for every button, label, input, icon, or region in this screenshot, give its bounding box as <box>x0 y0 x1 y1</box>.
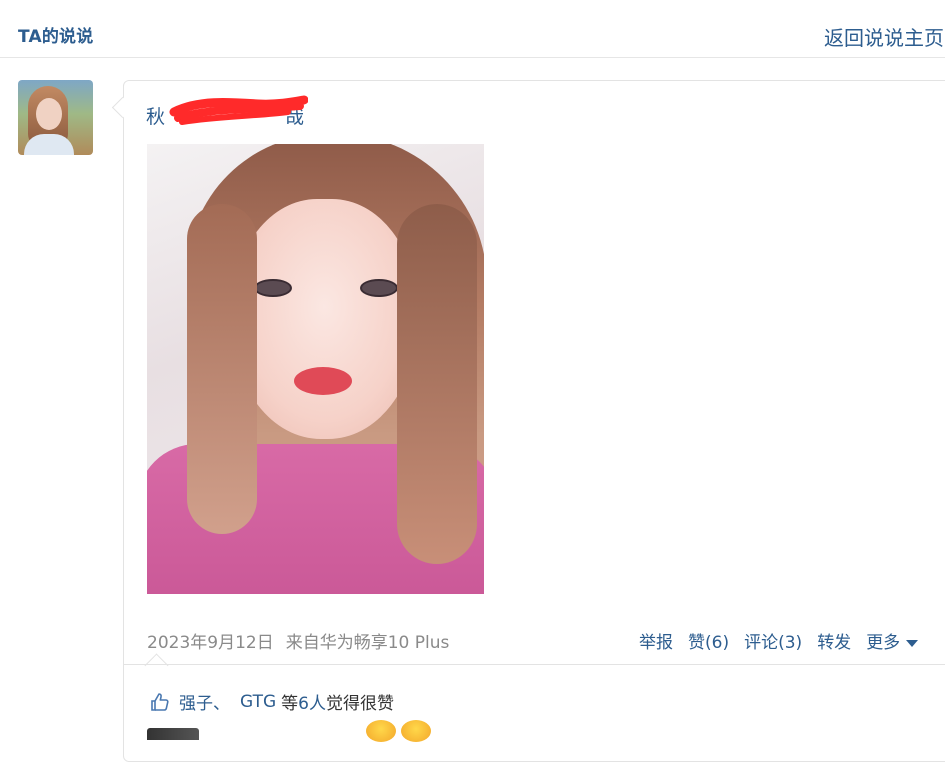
likes-count-link[interactable]: 6人 <box>298 689 326 714</box>
emoji-icon <box>366 720 396 742</box>
post-photo[interactable] <box>147 144 484 594</box>
page-header: TA的说说 返回说说主页 <box>0 0 945 58</box>
liker-link[interactable]: 强子、 <box>179 689 230 714</box>
comment-button[interactable]: 评论(3) <box>744 628 802 653</box>
photo-hair-left <box>187 204 257 534</box>
likes-summary: 强子、 GTG 等 6人 觉得很赞 <box>150 689 394 714</box>
back-to-shuoshuo-home-link[interactable]: 返回说说主页 <box>824 22 944 51</box>
post-author-first-char: 秋 <box>146 106 166 128</box>
photo-right-eye <box>360 279 398 297</box>
photo-hair-right <box>397 204 477 564</box>
emoji-icon <box>401 720 431 742</box>
redaction-scribble <box>169 95 308 125</box>
photo-lips <box>294 367 352 395</box>
liker-link[interactable]: GTG <box>240 692 276 712</box>
post-divider <box>124 664 945 665</box>
like-button[interactable]: 赞(6) <box>688 628 729 653</box>
caret-down-icon <box>906 639 919 647</box>
report-button[interactable]: 举报 <box>639 628 673 653</box>
post-source: 来自华为畅享10 Plus <box>285 633 450 653</box>
photo-face <box>232 199 417 439</box>
avatar-face-shape <box>36 98 62 130</box>
post-meta: 2023年9月12日 来自华为畅享10 Plus <box>147 628 449 653</box>
user-avatar[interactable] <box>18 80 93 155</box>
post-date: 2023年9月12日 <box>147 633 274 653</box>
post-actions: 举报 赞(6) 评论(3) 转发 更多 <box>639 628 919 653</box>
likes-prefix: 等 <box>281 694 299 714</box>
more-label: 更多 <box>866 633 901 653</box>
photo-left-eye <box>254 279 292 297</box>
comment-avatar[interactable] <box>147 728 199 740</box>
thumbs-up-icon <box>151 692 169 711</box>
forward-button[interactable]: 转发 <box>817 628 851 653</box>
likes-suffix: 觉得很赞 <box>325 694 394 714</box>
more-button[interactable]: 更多 <box>866 628 919 653</box>
page-title: TA的说说 <box>18 27 94 47</box>
